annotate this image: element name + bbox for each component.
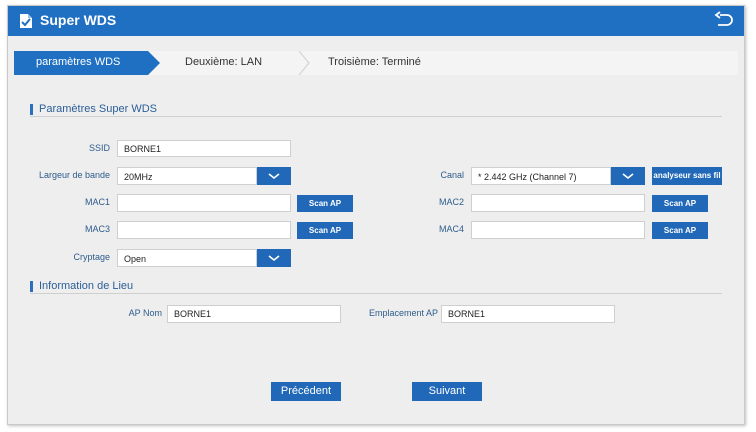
ap-location-label: Emplacement AP (368, 308, 438, 318)
title-bar: Super WDS (8, 6, 744, 36)
wizard-steps: paramètres WDS Deuxième: LAN Troisième: … (14, 51, 738, 75)
step-done[interactable]: Troisième: Terminé (328, 56, 421, 68)
next-button[interactable]: Suivant (412, 382, 482, 401)
mac2-label: MAC2 (438, 197, 464, 207)
ap-location-input[interactable]: BORNE1 (441, 305, 615, 323)
bandwidth-select[interactable]: 20MHz (117, 167, 257, 185)
app-title: Super WDS (40, 12, 117, 28)
section-divider (30, 293, 722, 294)
section-marker (30, 104, 33, 115)
wireless-analyzer-button[interactable]: analyseur sans fil (652, 167, 722, 185)
mac4-label: MAC4 (438, 224, 464, 234)
section-location-title: Information de Lieu (39, 280, 134, 292)
mac1-label: MAC1 (84, 197, 110, 207)
section-divider (30, 116, 722, 117)
ssid-input[interactable]: BORNE1 (117, 140, 291, 157)
channel-label: Canal (440, 170, 464, 180)
encryption-label: Cryptage (73, 252, 110, 262)
mac1-scan-ap-button[interactable]: Scan AP (297, 195, 353, 212)
ap-name-label: AP Nom (128, 308, 162, 318)
section-marker (30, 281, 33, 292)
return-arrow-icon[interactable] (714, 11, 734, 31)
mac1-input[interactable] (117, 194, 291, 212)
mac3-input[interactable] (117, 221, 291, 239)
chevron-right-icon (298, 51, 310, 75)
document-icon (20, 14, 32, 28)
step-lan[interactable]: Deuxième: LAN (185, 56, 262, 68)
encryption-dropdown-button[interactable] (257, 249, 291, 267)
channel-dropdown-button[interactable] (611, 167, 645, 185)
previous-button[interactable]: Précédent (271, 382, 341, 401)
mac3-label: MAC3 (84, 224, 110, 234)
bandwidth-dropdown-button[interactable] (257, 167, 291, 185)
section-wds-title: Paramètres Super WDS (39, 103, 157, 115)
mac3-scan-ap-button[interactable]: Scan AP (297, 222, 353, 239)
wizard-window: Super WDS paramètres WDS Deuxième: LAN T… (7, 5, 745, 425)
bandwidth-label: Largeur de bande (38, 170, 110, 180)
chevron-down-icon (622, 173, 634, 180)
mac4-input[interactable] (471, 221, 645, 239)
mac4-scan-ap-button[interactable]: Scan AP (652, 222, 708, 239)
chevron-down-icon (268, 255, 280, 262)
mac2-input[interactable] (471, 194, 645, 212)
channel-select[interactable]: * 2.442 GHz (Channel 7) (471, 167, 611, 185)
encryption-select[interactable]: Open (117, 249, 257, 267)
chevron-down-icon (268, 173, 280, 180)
ssid-label: SSID (88, 143, 110, 153)
ap-name-input[interactable]: BORNE1 (167, 305, 341, 323)
step-wds-settings[interactable]: paramètres WDS (36, 56, 120, 68)
mac2-scan-ap-button[interactable]: Scan AP (652, 195, 708, 212)
